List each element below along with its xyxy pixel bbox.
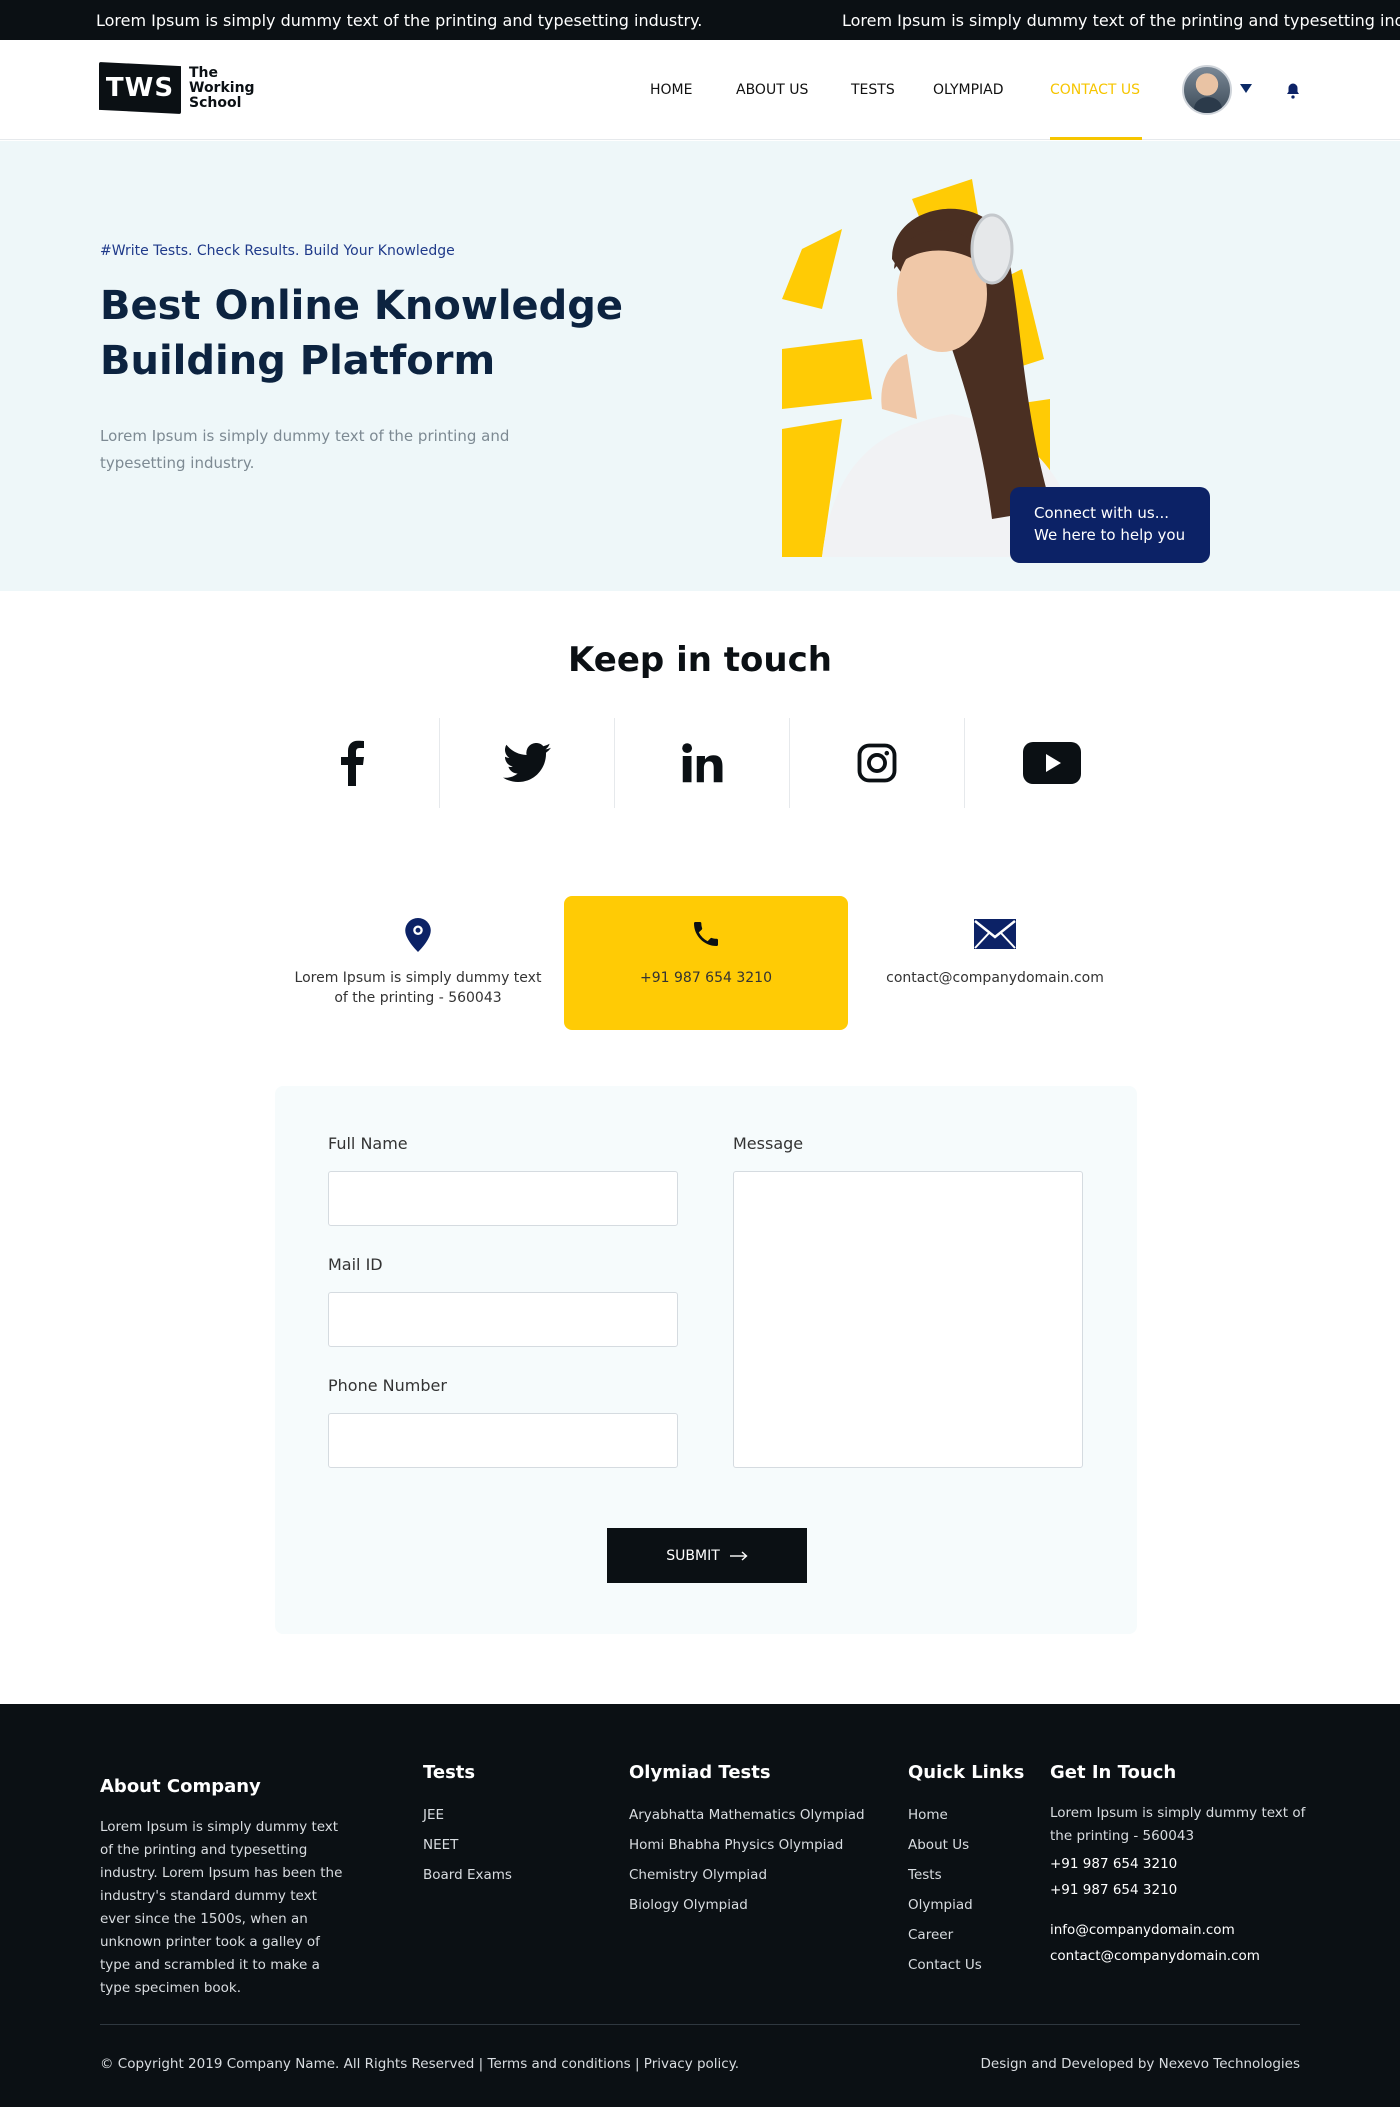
connect-line: We here to help you (1034, 526, 1186, 544)
footer-email[interactable]: contact@companydomain.com (1050, 1948, 1260, 1964)
logo-text: The Working School (189, 66, 269, 111)
hero-description: Lorem Ipsum is simply dummy text of the … (100, 427, 510, 472)
phone-text: +91 987 654 3210 (640, 970, 772, 986)
site-header: TWS The Working School HOME ABOUT US TES… (0, 40, 1400, 140)
footer-phone: +91 987 654 3210 (1050, 1856, 1178, 1872)
developer-credit: Design and Developed by Nexevo Technolog… (980, 2056, 1301, 2072)
message-textarea[interactable] (733, 1171, 1083, 1468)
ticker-text: Lorem Ipsum is simply dummy text of the … (96, 11, 703, 30)
quick-links-heading: Quick Links (908, 1762, 1025, 1783)
footer-divider (100, 2024, 1300, 2025)
facebook-link[interactable] (264, 718, 439, 808)
phone-number-input[interactable] (328, 1413, 678, 1468)
footer-link-contact-us[interactable]: Contact Us (908, 1957, 982, 1973)
hero-tagline: #Write Tests. Check Results. Build Your … (100, 243, 455, 259)
active-nav-indicator (1050, 137, 1142, 140)
footer-link-olympiad[interactable]: Homi Bhabha Physics Olympiad (629, 1837, 843, 1853)
footer-address: Lorem Ipsum is simply dummy text of the … (1050, 1805, 1306, 1844)
footer-link-board-exams[interactable]: Board Exams (423, 1867, 512, 1883)
submit-label: SUBMIT (666, 1547, 720, 1564)
about-company-text: Lorem Ipsum is simply dummy text of the … (100, 1819, 343, 1996)
footer-link-home[interactable]: Home (908, 1807, 948, 1823)
logo-line: The (189, 65, 219, 81)
mail-id-input[interactable] (328, 1292, 678, 1347)
avatar[interactable] (1182, 65, 1232, 115)
logo-line: School (189, 95, 242, 111)
hero-title-line: Building Platform (100, 338, 496, 384)
email-text: contact@companydomain.com (886, 970, 1104, 986)
arrow-right-icon (729, 1550, 748, 1561)
keep-in-touch-title: Keep in touch (568, 640, 832, 680)
logo-line: Working (189, 80, 255, 96)
address-text: Lorem Ipsum is simply dummy text of the … (294, 970, 542, 1006)
mail-icon (974, 919, 1016, 949)
hero-title-line: Best Online Knowledge (100, 283, 624, 329)
youtube-icon (1023, 742, 1081, 784)
twitter-icon (503, 743, 551, 782)
twitter-link[interactable] (439, 718, 614, 808)
bell-icon[interactable] (1284, 82, 1302, 100)
footer-link-olympiad[interactable]: Olympiad (908, 1897, 973, 1913)
facebook-icon (340, 740, 364, 786)
footer-link-jee[interactable]: JEE (423, 1807, 444, 1823)
connect-line: Connect with us... (1034, 504, 1170, 522)
full-name-input[interactable] (328, 1171, 678, 1226)
nav-about-us[interactable]: ABOUT US (736, 82, 808, 98)
phone-number-label: Phone Number (328, 1376, 447, 1395)
message-label: Message (733, 1134, 804, 1153)
linkedin-icon (682, 743, 723, 783)
footer-link-tests[interactable]: Tests (908, 1867, 942, 1883)
tests-heading: Tests (423, 1762, 476, 1783)
nav-home[interactable]: HOME (650, 82, 692, 98)
get-in-touch-heading: Get In Touch (1050, 1762, 1177, 1783)
hero-title: Best Online Knowledge Building Platform (100, 279, 660, 389)
linkedin-link[interactable] (614, 718, 789, 808)
hero-section: #Write Tests. Check Results. Build Your … (0, 141, 1400, 591)
location-pin-icon (405, 918, 431, 952)
phone-icon (694, 922, 718, 946)
nav-contact-us[interactable]: CONTACT US (1050, 82, 1140, 98)
chevron-down-icon[interactable] (1240, 84, 1252, 93)
ticker-text: Lorem Ipsum is simply dummy text of the … (842, 11, 1400, 30)
announcement-ticker: Lorem Ipsum is simply dummy text of the … (0, 0, 1400, 40)
submit-button[interactable]: SUBMIT (607, 1528, 807, 1583)
youtube-link[interactable] (964, 718, 1139, 808)
about-company-heading: About Company (100, 1776, 261, 1797)
footer-email[interactable]: info@companydomain.com (1050, 1922, 1235, 1938)
social-links (264, 718, 1139, 808)
copyright-text: © Copyright 2019 Company Name. All Right… (100, 2056, 740, 2072)
connect-callout: Connect with us... We here to help you (1010, 487, 1210, 563)
footer-link-about-us[interactable]: About Us (908, 1837, 969, 1853)
contact-form: Full Name Mail ID Phone Number Message S… (275, 1086, 1137, 1634)
logo-badge: TWS (99, 62, 181, 114)
footer-link-olympiad[interactable]: Biology Olympiad (629, 1897, 748, 1913)
instagram-icon (857, 743, 897, 783)
nav-tests[interactable]: TESTS (851, 82, 895, 98)
phone-info-card[interactable]: +91 987 654 3210 (564, 896, 848, 1030)
olympiad-tests-heading: Olymiad Tests (629, 1762, 771, 1783)
footer-link-olympiad[interactable]: Aryabhatta Mathematics Olympiad (629, 1807, 865, 1823)
site-footer: About Company Lorem Ipsum is simply dumm… (0, 1704, 1400, 2107)
footer-link-career[interactable]: Career (908, 1927, 953, 1943)
footer-link-olympiad[interactable]: Chemistry Olympiad (629, 1867, 767, 1883)
email-info: contact@companydomain.com (853, 896, 1137, 1030)
nav-olympiad[interactable]: OLYMPIAD (933, 82, 1004, 98)
full-name-label: Full Name (328, 1134, 408, 1153)
footer-phone: +91 987 654 3210 (1050, 1882, 1178, 1898)
instagram-link[interactable] (789, 718, 964, 808)
mail-id-label: Mail ID (328, 1255, 383, 1274)
footer-link-neet[interactable]: NEET (423, 1837, 458, 1853)
address-info: Lorem Ipsum is simply dummy text of the … (276, 896, 560, 1030)
logo[interactable]: TWS The Working School (99, 62, 259, 118)
